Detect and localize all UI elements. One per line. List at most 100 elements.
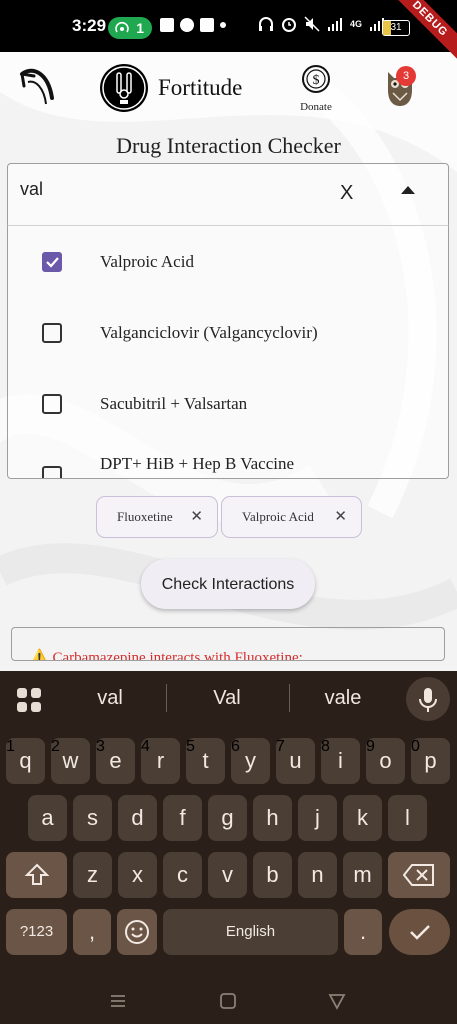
key[interactable]: v bbox=[208, 852, 247, 898]
soft-keyboard: val Val vale q1w2e3r4t5y6u7i8o9p0 asdfgh… bbox=[0, 671, 457, 1024]
option-item[interactable]: Valproic Acid bbox=[8, 238, 448, 288]
app-header: Fortitude $ Donate bbox=[0, 52, 457, 124]
done-key[interactable] bbox=[389, 909, 450, 955]
key[interactable]: q bbox=[6, 738, 45, 784]
network-type: 4G bbox=[350, 19, 363, 29]
microphone-button[interactable] bbox=[406, 677, 450, 721]
chip-remove-icon[interactable]: ✕ bbox=[334, 497, 347, 537]
messenger-icon bbox=[180, 18, 194, 32]
option-item[interactable]: DPT+ HiB + Hep B Vaccine bbox=[8, 448, 448, 478]
key[interactable]: l bbox=[388, 795, 427, 841]
key[interactable]: g bbox=[208, 795, 247, 841]
facebook-icon bbox=[160, 18, 174, 32]
key[interactable]: a bbox=[28, 795, 67, 841]
chip-remove-icon[interactable]: ✕ bbox=[190, 497, 203, 537]
home-icon[interactable] bbox=[219, 992, 237, 1010]
key[interactable]: c bbox=[163, 852, 202, 898]
app-logo bbox=[100, 64, 148, 112]
notification-icons bbox=[160, 18, 226, 32]
interaction-result-card: ⚠️ Carbamazepine interacts with Fluoxeti… bbox=[11, 627, 445, 661]
key[interactable]: p bbox=[411, 738, 450, 784]
clear-search-button[interactable]: X bbox=[340, 182, 353, 205]
key[interactable]: t bbox=[186, 738, 225, 784]
hotspot-indicator: 1 bbox=[108, 17, 152, 39]
shift-key[interactable] bbox=[6, 852, 67, 898]
collapse-arrow-icon[interactable] bbox=[401, 186, 415, 194]
key[interactable]: j bbox=[298, 795, 337, 841]
option-label: Valproic Acid bbox=[100, 252, 194, 271]
comma-key[interactable]: , bbox=[73, 909, 111, 955]
notification-badge: 3 bbox=[396, 66, 416, 86]
page-title: Drug Interaction Checker bbox=[116, 133, 341, 158]
app-title: Fortitude bbox=[158, 75, 243, 100]
recent-apps-icon[interactable] bbox=[109, 992, 127, 1010]
key[interactable]: s bbox=[73, 795, 112, 841]
key[interactable]: i bbox=[321, 738, 360, 784]
option-item[interactable]: Sacubitril + Valsartan bbox=[8, 380, 448, 430]
interaction-warning-text: ⚠️ Carbamazepine interacts with Fluoxeti… bbox=[30, 648, 303, 661]
suggestion-bar: val Val vale bbox=[0, 671, 457, 727]
donate-button[interactable]: $ Donate bbox=[296, 64, 336, 113]
option-checkbox[interactable] bbox=[42, 252, 62, 272]
gallery-icon bbox=[200, 18, 214, 32]
key[interactable]: w bbox=[51, 738, 90, 784]
suggestion-word[interactable]: val bbox=[78, 687, 142, 710]
system-icons: 4G bbox=[258, 16, 385, 32]
key[interactable]: n bbox=[298, 852, 337, 898]
headphones-icon bbox=[259, 17, 273, 31]
signal-icon bbox=[328, 18, 342, 31]
key[interactable]: b bbox=[253, 852, 292, 898]
option-checkbox[interactable] bbox=[42, 394, 62, 414]
key[interactable]: u bbox=[276, 738, 315, 784]
more-notifications-icon bbox=[220, 22, 226, 28]
option-checkbox[interactable] bbox=[42, 466, 62, 478]
apps-grid-icon[interactable] bbox=[16, 687, 42, 713]
suggestion-word[interactable]: vale bbox=[311, 687, 375, 710]
dollar-icon: $ bbox=[302, 65, 330, 93]
status-time: 3:29 bbox=[72, 16, 107, 35]
svg-text:$: $ bbox=[313, 73, 320, 88]
suggestion-divider bbox=[289, 684, 290, 712]
navigation-bar bbox=[0, 976, 457, 1024]
symbols-key[interactable]: ?123 bbox=[6, 909, 67, 955]
alarm-icon bbox=[282, 18, 296, 32]
option-item[interactable]: Valganciclovir (Valgancyclovir) bbox=[8, 309, 448, 359]
key[interactable]: h bbox=[253, 795, 292, 841]
backspace-key[interactable] bbox=[388, 852, 450, 898]
battery-icon: 31 bbox=[382, 20, 410, 36]
status-bar: 3:29 1 4G 31 DEBUG bbox=[0, 0, 457, 65]
key[interactable]: o bbox=[366, 738, 405, 784]
back-arrow-icon[interactable] bbox=[14, 64, 60, 110]
key[interactable]: z bbox=[73, 852, 112, 898]
key[interactable]: d bbox=[118, 795, 157, 841]
drug-search-field[interactable]: X bbox=[7, 163, 449, 225]
space-key[interactable]: English bbox=[163, 909, 338, 955]
back-icon[interactable] bbox=[328, 992, 346, 1010]
key[interactable]: m bbox=[343, 852, 382, 898]
suggestion-word[interactable]: Val bbox=[195, 687, 259, 710]
key[interactable]: k bbox=[343, 795, 382, 841]
key[interactable]: r bbox=[141, 738, 180, 784]
emoji-key[interactable] bbox=[117, 909, 157, 955]
option-label: Valganciclovir (Valgancyclovir) bbox=[100, 323, 318, 342]
shift-icon bbox=[24, 863, 49, 885]
warning-icon: ⚠️ bbox=[30, 650, 49, 661]
check-icon bbox=[46, 257, 59, 268]
key[interactable]: y bbox=[231, 738, 270, 784]
key[interactable]: f bbox=[163, 795, 202, 841]
selected-drug-chip: Valproic Acid ✕ bbox=[221, 496, 362, 538]
check-interactions-button[interactable]: Check Interactions bbox=[141, 559, 315, 609]
option-checkbox[interactable] bbox=[42, 323, 62, 343]
period-key[interactable]: . bbox=[344, 909, 382, 955]
battery-level: 31 bbox=[390, 22, 402, 33]
donate-label: Donate bbox=[300, 101, 332, 113]
mute-icon bbox=[304, 16, 320, 32]
chip-label: Fluoxetine bbox=[117, 509, 173, 524]
chip-label: Valproic Acid bbox=[242, 509, 314, 524]
key[interactable]: x bbox=[118, 852, 157, 898]
check-icon bbox=[409, 925, 430, 940]
key[interactable]: e bbox=[96, 738, 135, 784]
suggestions-list[interactable]: Valproic Acid Valganciclovir (Valgancycl… bbox=[7, 225, 449, 479]
search-input[interactable] bbox=[18, 176, 322, 202]
hotspot-icon bbox=[115, 21, 129, 33]
